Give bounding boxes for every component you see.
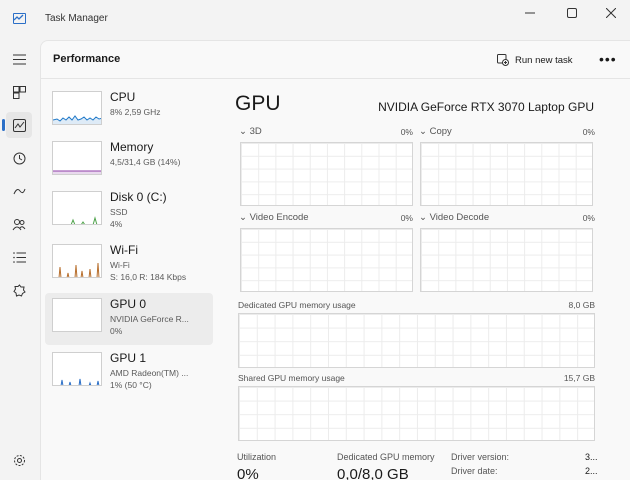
history-icon bbox=[13, 152, 25, 164]
device-detail: AMD Radeon(TM) ... bbox=[110, 368, 189, 378]
device-name: Disk 0 (C:) bbox=[110, 190, 167, 204]
engine-copy-value: 0% bbox=[582, 127, 595, 137]
device-disk[interactable]: Disk 0 (C:) SSD 4% bbox=[45, 186, 213, 238]
engine-video-encode-selector[interactable]: ⌄ Video Encode bbox=[239, 212, 309, 223]
details-icon bbox=[12, 251, 26, 263]
device-detail: 8% 2,59 GHz bbox=[110, 107, 161, 117]
title-bar: Task Manager bbox=[0, 0, 630, 40]
close-button[interactable] bbox=[597, 6, 625, 20]
main-panel: Performance Run new task ••• CPU 8% 2,59… bbox=[40, 40, 630, 480]
driver-date-label: Driver date: bbox=[451, 466, 498, 476]
shared-memory-graph bbox=[238, 386, 595, 441]
dedicated-memory-max: 8,0 GB bbox=[568, 300, 595, 310]
engine-3d-selector[interactable]: ⌄ 3D bbox=[239, 126, 262, 137]
close-icon bbox=[606, 8, 616, 18]
device-detail: 4% bbox=[110, 219, 123, 229]
nav-details[interactable] bbox=[6, 244, 32, 270]
chevron-down-icon: ⌄ bbox=[239, 212, 250, 223]
run-task-icon bbox=[497, 54, 509, 66]
device-name: CPU bbox=[110, 90, 136, 104]
more-options-button[interactable]: ••• bbox=[599, 51, 617, 67]
chevron-down-icon: ⌄ bbox=[419, 126, 430, 137]
users-icon bbox=[12, 218, 26, 230]
gear-icon bbox=[13, 454, 25, 466]
memory-thumbnail bbox=[52, 141, 102, 175]
engine-video-decode-selector[interactable]: ⌄ Video Decode bbox=[419, 212, 489, 223]
engine-video-decode-value: 0% bbox=[582, 213, 595, 223]
device-cpu[interactable]: CPU 8% 2,59 GHz bbox=[45, 86, 213, 138]
driver-version-label: Driver version: bbox=[451, 452, 510, 462]
nav-settings[interactable] bbox=[6, 447, 32, 473]
nav-users[interactable] bbox=[6, 211, 32, 237]
device-gpu-1[interactable]: GPU 1 AMD Radeon(TM) ... 1% (50 °C) bbox=[45, 347, 213, 399]
driver-version-value: 3... bbox=[585, 452, 598, 462]
device-name: Wi-Fi bbox=[110, 243, 138, 257]
nav-services[interactable] bbox=[6, 277, 32, 303]
nav-app-history[interactable] bbox=[6, 145, 32, 171]
driver-date-value: 2... bbox=[585, 466, 598, 476]
engine-3d-graph bbox=[240, 142, 413, 206]
device-detail: 0% bbox=[110, 326, 123, 336]
device-wifi[interactable]: Wi-Fi Wi-Fi S: 16,0 R: 184 Kbps bbox=[45, 239, 213, 291]
nav-performance[interactable] bbox=[2, 112, 32, 138]
gpu-heading: GPU bbox=[235, 92, 281, 115]
chevron-down-icon: ⌄ bbox=[419, 212, 430, 223]
gpu-model-name: NVIDIA GeForce RTX 3070 Laptop GPU bbox=[378, 100, 594, 114]
device-name: GPU 1 bbox=[110, 351, 147, 365]
shared-memory-label: Shared GPU memory usage bbox=[238, 373, 345, 383]
run-new-task-label: Run new task bbox=[515, 54, 573, 66]
dedicated-memory-graph bbox=[238, 313, 595, 368]
performance-icon bbox=[12, 118, 26, 132]
engine-video-encode-value: 0% bbox=[400, 213, 413, 223]
engine-video-decode-graph bbox=[420, 228, 593, 292]
engine-video-encode-graph bbox=[240, 228, 413, 292]
device-memory[interactable]: Memory 4,5/31,4 GB (14%) bbox=[45, 136, 213, 188]
page-title: Performance bbox=[53, 53, 121, 65]
device-detail: 1% (50 °C) bbox=[110, 380, 152, 390]
task-manager-icon bbox=[13, 13, 26, 24]
run-new-task-button[interactable]: Run new task bbox=[497, 52, 573, 68]
hamburger-icon bbox=[12, 54, 26, 64]
minimize-button[interactable] bbox=[516, 6, 544, 20]
device-detail: NVIDIA GeForce R... bbox=[110, 314, 189, 324]
maximize-button[interactable] bbox=[558, 6, 586, 20]
nav-rail bbox=[0, 40, 38, 480]
device-detail: Wi-Fi bbox=[110, 260, 130, 270]
chevron-down-icon: ⌄ bbox=[239, 126, 250, 137]
dedicated-memory-label: Dedicated GPU memory usage bbox=[238, 300, 356, 310]
shared-memory-max: 15,7 GB bbox=[563, 373, 595, 383]
window-title: Task Manager bbox=[45, 13, 108, 24]
nav-processes[interactable] bbox=[6, 79, 32, 105]
gpu1-thumbnail bbox=[52, 352, 102, 386]
engine-copy-selector[interactable]: ⌄ Copy bbox=[419, 126, 452, 137]
dedicated-memory-stat-value: 0,0/8,0 GB bbox=[337, 466, 409, 480]
services-icon bbox=[12, 283, 26, 297]
utilization-value: 0% bbox=[237, 466, 259, 480]
engine-copy-graph bbox=[420, 142, 593, 206]
utilization-label: Utilization bbox=[237, 452, 277, 462]
device-detail: SSD bbox=[110, 207, 128, 217]
cpu-thumbnail bbox=[52, 91, 102, 125]
device-detail: 4,5/31,4 GB (14%) bbox=[110, 157, 181, 167]
nav-startup-apps[interactable] bbox=[6, 178, 32, 204]
wifi-thumbnail bbox=[52, 244, 102, 278]
device-gpu-0[interactable]: GPU 0 NVIDIA GeForce R... 0% bbox=[45, 293, 213, 345]
gpu0-thumbnail bbox=[52, 298, 102, 332]
device-detail: S: 16,0 R: 184 Kbps bbox=[110, 272, 187, 282]
device-name: Memory bbox=[110, 140, 154, 154]
minimize-icon bbox=[525, 12, 535, 14]
hamburger-menu-button[interactable] bbox=[6, 46, 32, 72]
startup-icon bbox=[13, 188, 25, 194]
panel-header: Performance Run new task ••• bbox=[41, 41, 630, 79]
dedicated-memory-stat-label: Dedicated GPU memory bbox=[337, 452, 435, 462]
engine-3d-value: 0% bbox=[400, 127, 413, 137]
processes-icon bbox=[12, 85, 26, 99]
device-name: GPU 0 bbox=[110, 297, 147, 311]
maximize-icon bbox=[567, 8, 577, 18]
disk-thumbnail bbox=[52, 191, 102, 225]
